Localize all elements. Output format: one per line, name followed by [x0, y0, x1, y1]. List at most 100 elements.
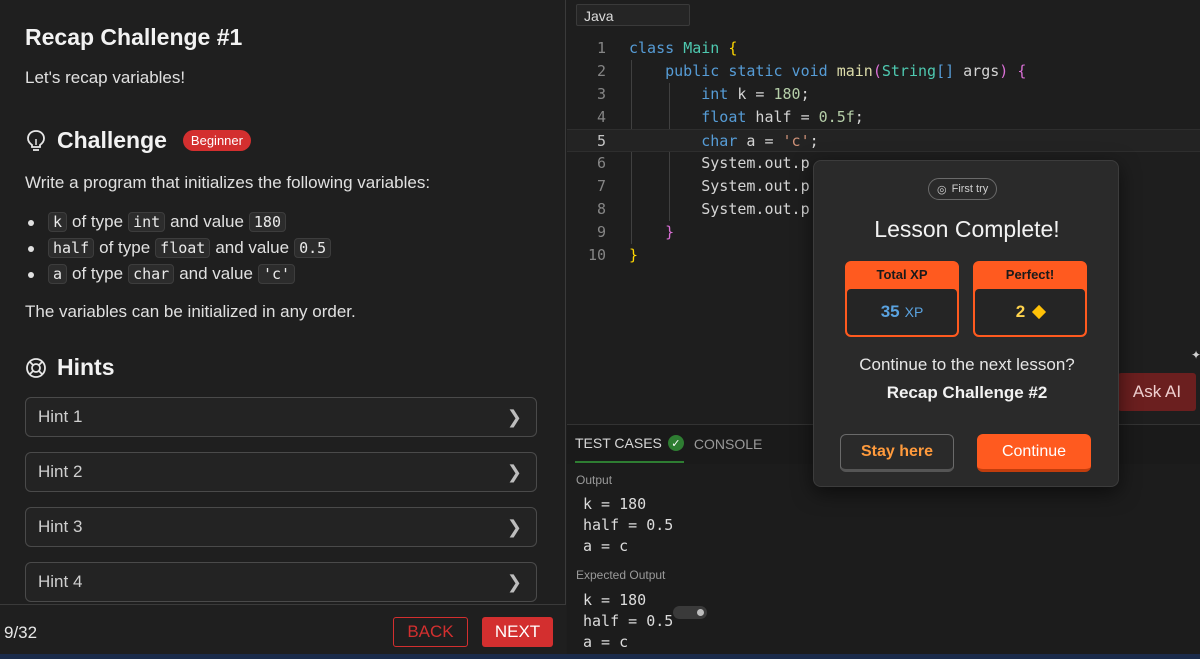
code-text: System.out.p	[629, 177, 810, 195]
list-item: half of type float and value 0.5	[27, 235, 332, 261]
list-item-text: and value	[215, 238, 290, 257]
lesson-footer: 9/32 BACK NEXT	[0, 604, 566, 659]
list-item: k of type int and value 180	[27, 209, 331, 235]
total-xp-value: 35	[880, 302, 900, 321]
list-item-text: of type	[99, 238, 151, 257]
code-text: System.out.p	[629, 154, 810, 172]
continue-question: Continue to the next lesson?	[859, 355, 1075, 374]
challenge-description: Write a program that initializes the fol…	[25, 173, 431, 192]
xp-unit: XP	[904, 304, 924, 320]
code-text: }	[629, 246, 639, 264]
var-type: int	[128, 212, 166, 232]
diamond-icon	[1032, 304, 1047, 320]
next-button[interactable]: NEXT	[482, 617, 553, 647]
var-value: 180	[248, 212, 286, 232]
hint-label: Hint 1	[38, 407, 83, 426]
first-try-label: First try	[951, 183, 989, 195]
next-lesson-title: Recap Challenge #2	[886, 383, 1048, 402]
var-name: half	[48, 238, 95, 258]
expected-line: a = c	[583, 633, 629, 651]
lesson-panel: Recap Challenge #1 Let's recap variables…	[0, 0, 566, 659]
perfect-card: Perfect! 2	[973, 261, 1087, 337]
difficulty-badge: Beginner	[182, 130, 251, 151]
lesson-complete-modal: ◎ First try Lesson Complete! Total XP 35…	[813, 160, 1119, 487]
list-item-text: of type	[72, 212, 124, 231]
hint-3-button[interactable]: Hint 3 ❯	[25, 507, 537, 547]
perfect-label: Perfect!	[1005, 267, 1055, 282]
lesson-progress: 9/32	[4, 623, 38, 642]
output-line: k = 180	[583, 495, 647, 513]
tab-test-cases[interactable]: TEST CASES ✓	[575, 425, 684, 463]
challenge-heading-label: Challenge	[57, 127, 167, 153]
tab-console[interactable]: CONSOLE	[694, 425, 762, 463]
output-line: half = 0.5	[583, 516, 674, 534]
var-name: k	[48, 212, 68, 232]
hints-heading-label: Hints	[57, 354, 115, 380]
line-number: 9	[596, 223, 606, 241]
lifebuoy-icon	[26, 357, 46, 378]
expected-line: k = 180	[583, 591, 647, 609]
output-label: Output	[576, 473, 613, 487]
tab-label: CONSOLE	[693, 436, 763, 452]
hint-label: Hint 2	[38, 462, 83, 481]
hint-4-button[interactable]: Hint 4 ❯	[25, 562, 537, 602]
sparkle-icon: ✦	[1191, 348, 1200, 362]
list-item-text: and value	[170, 212, 244, 231]
line-number: 4	[596, 108, 606, 126]
challenge-heading: Challenge Beginner	[25, 127, 251, 154]
code-line: 1 class Main {	[567, 37, 1200, 60]
hint-2-button[interactable]: Hint 2 ❯	[25, 452, 537, 492]
list-item-text: of type	[72, 264, 124, 283]
code-text: float half = 0.5f;	[701, 108, 864, 126]
tab-label: TEST CASES	[575, 435, 662, 451]
line-number: 3	[596, 85, 606, 103]
chevron-right-icon: ❯	[506, 461, 522, 482]
line-number: 5	[596, 132, 606, 150]
first-try-badge: ◎ First try	[928, 178, 998, 200]
expected-output-label: Expected Output	[576, 568, 666, 582]
hint-label: Hint 3	[38, 517, 83, 536]
variable-list: k of type int and value 180 half of type…	[27, 209, 332, 287]
line-number: 10	[587, 246, 606, 264]
var-type: char	[128, 264, 175, 284]
perfect-value-box: 2	[975, 289, 1085, 335]
output-line: a = c	[583, 537, 629, 555]
var-type: float	[155, 238, 211, 258]
expected-line: half = 0.5	[583, 612, 674, 630]
code-line: 3 int k = 180;	[567, 83, 1200, 106]
hints-heading: Hints	[25, 354, 115, 381]
modal-title: Lesson Complete!	[874, 216, 1060, 242]
stay-here-button[interactable]: Stay here	[840, 434, 954, 472]
code-line-active: 5 char a = 'c';	[567, 129, 1200, 152]
perfect-value: 2	[1015, 302, 1026, 321]
chevron-right-icon: ❯	[506, 406, 522, 427]
lesson-title: Recap Challenge #1	[25, 24, 243, 50]
code-text: }	[665, 223, 675, 241]
line-number: 6	[596, 154, 606, 172]
chevron-right-icon: ❯	[506, 571, 522, 592]
language-select[interactable]: Java	[576, 4, 690, 26]
line-number: 1	[596, 39, 606, 57]
code-text: System.out.p	[629, 200, 810, 218]
line-number: 2	[596, 62, 606, 80]
ask-ai-button[interactable]: Ask AI	[1118, 373, 1196, 411]
line-number: 8	[596, 200, 606, 218]
list-item: a of type char and value 'c'	[27, 261, 331, 287]
total-xp-value-box: 35 XP	[847, 289, 957, 335]
total-xp-card: Total XP 35 XP	[845, 261, 959, 337]
var-value: 0.5	[294, 238, 332, 258]
back-button[interactable]: BACK	[393, 617, 468, 647]
hint-1-button[interactable]: Hint 1 ❯	[25, 397, 537, 437]
expected-output-toggle[interactable]	[673, 606, 707, 619]
line-number: 7	[596, 177, 606, 195]
code-text: class Main {	[629, 39, 738, 57]
order-note: The variables can be initialized in any …	[25, 302, 356, 321]
hint-label: Hint 4	[38, 572, 83, 591]
bottom-bar	[0, 654, 1200, 659]
lesson-intro: Let's recap variables!	[25, 68, 186, 87]
chevron-right-icon: ❯	[506, 516, 522, 537]
check-circle-icon: ✓	[667, 435, 684, 451]
continue-button[interactable]: Continue	[977, 434, 1091, 472]
code-text: int k = 180;	[701, 85, 810, 103]
list-item-text: and value	[179, 264, 253, 283]
